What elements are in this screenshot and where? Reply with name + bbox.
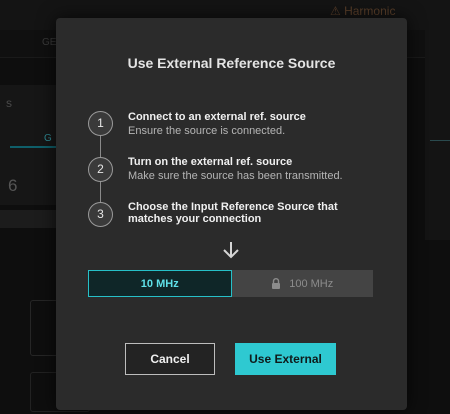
dialog-title: Use External Reference Source [127,55,336,71]
step-1-badge: 1 [88,111,113,136]
background-value: 6 [8,176,18,195]
step-1-subtitle: Ensure the source is connected. [128,125,286,137]
option-100mhz[interactable]: 100 MHz [231,270,373,297]
background-text: s [6,96,12,110]
step-2-title: Turn on the external ref. source [128,156,293,168]
lock-icon [272,278,281,289]
arrow-down-icon [223,242,239,259]
step-1-title: Connect to an external ref. source [128,111,306,123]
option-10mhz[interactable]: 10 MHz [88,270,232,297]
app-root: ⚠ Harmonic GE s G 6 Use External Referen… [0,0,450,414]
use-external-button[interactable]: Use External [235,343,336,375]
background-strip [0,210,60,228]
background-label: GE [42,37,57,48]
cancel-button[interactable]: Cancel [125,343,215,375]
background-divider [430,140,450,141]
frequency-selector: 10 MHz 100 MHz [88,270,373,297]
step-2-subtitle: Make sure the source has been transmitte… [128,170,343,182]
step-3-badge: 3 [88,202,113,227]
external-reference-dialog: Use External Reference Source 1 Connect … [56,18,407,410]
background-right-panel [425,20,450,240]
step-2-badge: 2 [88,157,113,182]
option-100mhz-label: 100 MHz [289,277,334,290]
step-3-title: Choose the Input Reference Source that m… [128,201,338,225]
background-tab: G [10,130,58,148]
background-harmonic-label: ⚠ Harmonic [330,4,396,18]
